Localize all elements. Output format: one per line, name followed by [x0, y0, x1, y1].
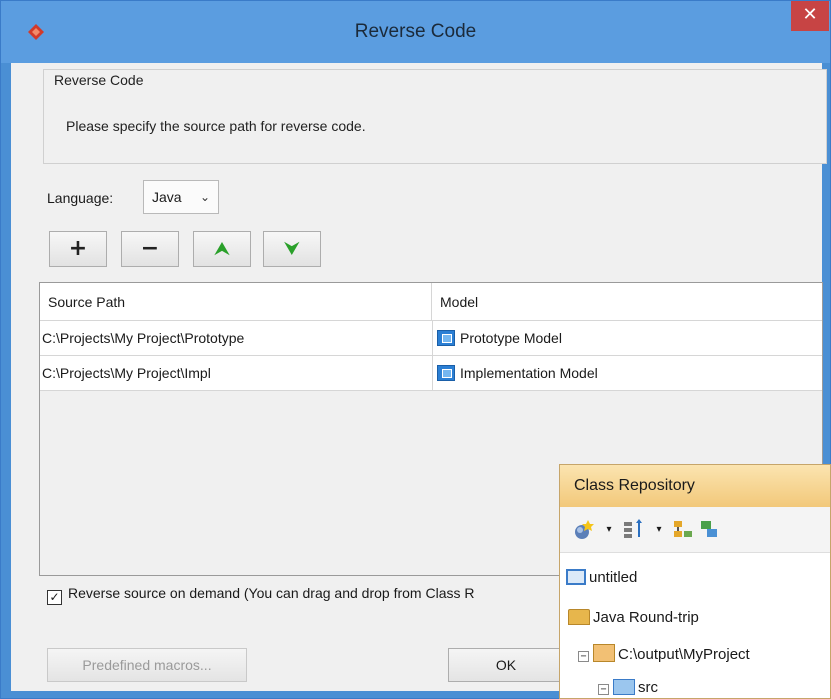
- group-description: Please specify the source path for rever…: [66, 118, 366, 134]
- hierarchy-icon[interactable]: [672, 519, 694, 541]
- package-folder-icon: [613, 679, 635, 695]
- class-icon[interactable]: [698, 519, 720, 541]
- project-icon: [566, 569, 586, 585]
- tree-item-untitled[interactable]: untitled: [566, 569, 637, 586]
- class-repository-panel: Class Repository ▾ ▾ untitled Java Round…: [559, 464, 831, 699]
- class-repository-title: Class Repository: [560, 465, 830, 507]
- header-group: Reverse Code Please specify the source p…: [43, 69, 827, 164]
- column-header-source-path[interactable]: Source Path: [40, 283, 432, 321]
- window-title: Reverse Code: [354, 21, 477, 42]
- class-repository-toolbar: ▾ ▾: [560, 507, 830, 553]
- table-row[interactable]: C:\Projects\My Project\Impl Implementati…: [40, 356, 822, 391]
- tree-item-label: src: [638, 679, 658, 696]
- sort-icon[interactable]: [622, 519, 644, 541]
- ok-button[interactable]: OK: [448, 648, 564, 682]
- model-icon: [437, 365, 455, 381]
- tree-item-label: Java Round-trip: [593, 609, 699, 626]
- reverse-on-demand-option[interactable]: ✓ Reverse source on demand (You can drag …: [47, 585, 474, 605]
- folder-open-icon: [568, 609, 590, 625]
- tree-item-output-project[interactable]: − C:\output\MyProject: [578, 644, 750, 663]
- collapse-icon[interactable]: −: [578, 651, 589, 662]
- dropdown-arrow-icon[interactable]: ▾: [598, 519, 620, 541]
- move-down-button[interactable]: ⮟: [263, 231, 321, 267]
- reverse-on-demand-checkbox[interactable]: ✓: [47, 590, 62, 605]
- remove-path-button[interactable]: −: [121, 231, 179, 267]
- model-icon: [437, 330, 455, 346]
- group-title: Reverse Code: [54, 72, 144, 88]
- chevron-down-icon: ⌄: [199, 190, 210, 204]
- chevron-down-icon: ⮟: [284, 239, 300, 259]
- plus-icon: +: [68, 236, 88, 261]
- add-path-button[interactable]: +: [49, 231, 107, 267]
- minus-icon: −: [140, 236, 160, 261]
- column-header-model[interactable]: Model: [432, 283, 822, 321]
- model-cell[interactable]: Prototype Model: [432, 321, 822, 356]
- language-value: Java: [152, 189, 182, 205]
- new-icon[interactable]: [572, 519, 594, 541]
- title-bar[interactable]: Reverse Code ✕: [1, 1, 830, 63]
- tree-item-label: untitled: [589, 569, 638, 586]
- reverse-on-demand-label: Reverse source on demand (You can drag a…: [68, 585, 475, 601]
- model-name: Implementation Model: [460, 365, 598, 381]
- language-select[interactable]: Java ⌄: [143, 180, 219, 214]
- predefined-macros-button[interactable]: Predefined macros...: [47, 648, 247, 682]
- close-button[interactable]: ✕: [791, 1, 829, 31]
- model-name: Prototype Model: [460, 330, 562, 346]
- table-header: Source Path Model: [40, 283, 822, 321]
- language-label: Language:: [47, 190, 114, 206]
- source-path-cell[interactable]: C:\Projects\My Project\Impl: [42, 356, 430, 391]
- tree-item-src[interactable]: − src: [598, 679, 658, 696]
- jar-folder-icon: [593, 644, 615, 662]
- source-path-cell[interactable]: C:\Projects\My Project\Prototype: [42, 321, 430, 356]
- model-cell[interactable]: Implementation Model: [432, 356, 822, 391]
- table-row[interactable]: C:\Projects\My Project\Prototype Prototy…: [40, 321, 822, 356]
- dropdown-arrow-icon[interactable]: ▾: [648, 519, 670, 541]
- collapse-icon[interactable]: −: [598, 684, 609, 695]
- chevron-up-icon: ⮝: [214, 239, 230, 259]
- tree-item-java-round-trip[interactable]: Java Round-trip: [568, 609, 699, 626]
- move-up-button[interactable]: ⮝: [193, 231, 251, 267]
- tree-item-label: C:\output\MyProject: [618, 646, 750, 663]
